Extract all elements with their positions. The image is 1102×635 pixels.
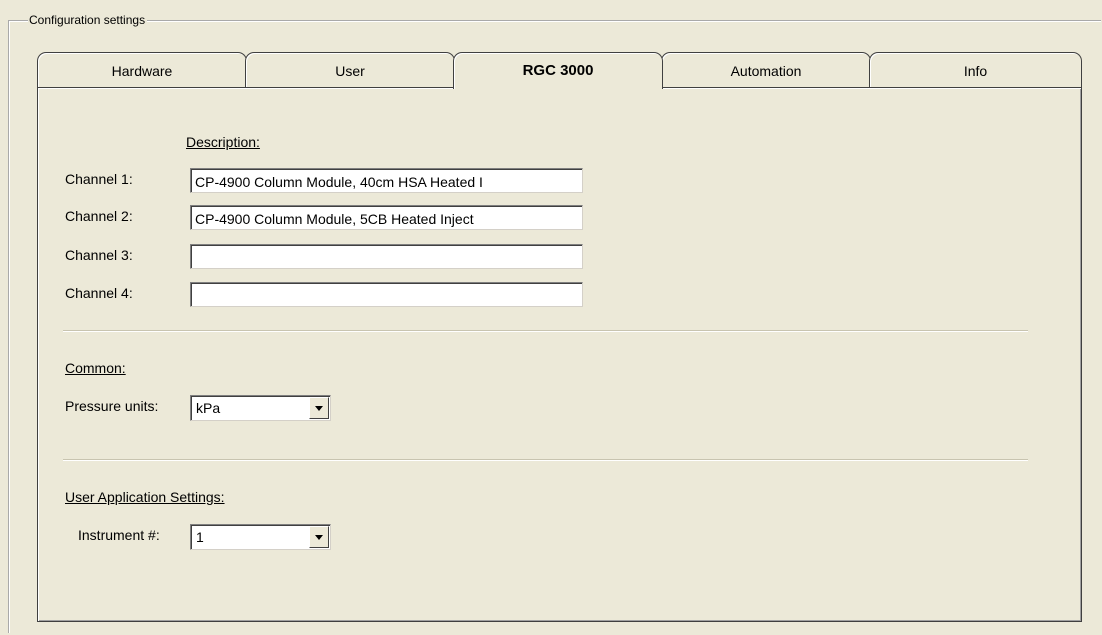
chevron-down-icon: [315, 535, 323, 540]
common-header: Common:: [65, 360, 126, 376]
tab-hardware[interactable]: Hardware: [37, 52, 247, 88]
description-header: Description:: [186, 134, 260, 150]
instrument-number-select[interactable]: 1: [190, 524, 331, 550]
channel-1-description-input[interactable]: [190, 168, 583, 193]
divider: [63, 459, 1028, 461]
instrument-number-label: Instrument #:: [78, 527, 160, 543]
channel-4-label: Channel 4:: [65, 285, 133, 301]
user-application-settings-header: User Application Settings:: [65, 489, 225, 505]
instrument-number-value: 1: [196, 529, 204, 545]
pressure-units-value: kPa: [196, 400, 221, 416]
channel-3-description-input[interactable]: [190, 244, 583, 269]
pressure-units-select[interactable]: kPa: [190, 395, 331, 421]
chevron-down-icon: [315, 406, 323, 411]
tab-user[interactable]: User: [245, 52, 455, 88]
tab-strip: Hardware User RGC 3000 Automation Info: [37, 52, 1082, 89]
tab-info[interactable]: Info: [869, 52, 1082, 88]
instrument-number-dropdown-button[interactable]: [309, 526, 329, 548]
tab-automation[interactable]: Automation: [661, 52, 871, 88]
groupbox-title: Configuration settings: [28, 12, 148, 28]
pressure-units-dropdown-button[interactable]: [309, 397, 329, 419]
channel-1-label: Channel 1:: [65, 171, 133, 187]
channel-2-description-input[interactable]: [190, 205, 583, 230]
tab-rgc-3000[interactable]: RGC 3000: [453, 52, 663, 89]
channel-4-description-input[interactable]: [190, 282, 583, 307]
pressure-units-label: Pressure units:: [65, 398, 159, 414]
channel-3-label: Channel 3:: [65, 247, 133, 263]
divider: [63, 330, 1028, 332]
channel-2-label: Channel 2:: [65, 208, 133, 224]
